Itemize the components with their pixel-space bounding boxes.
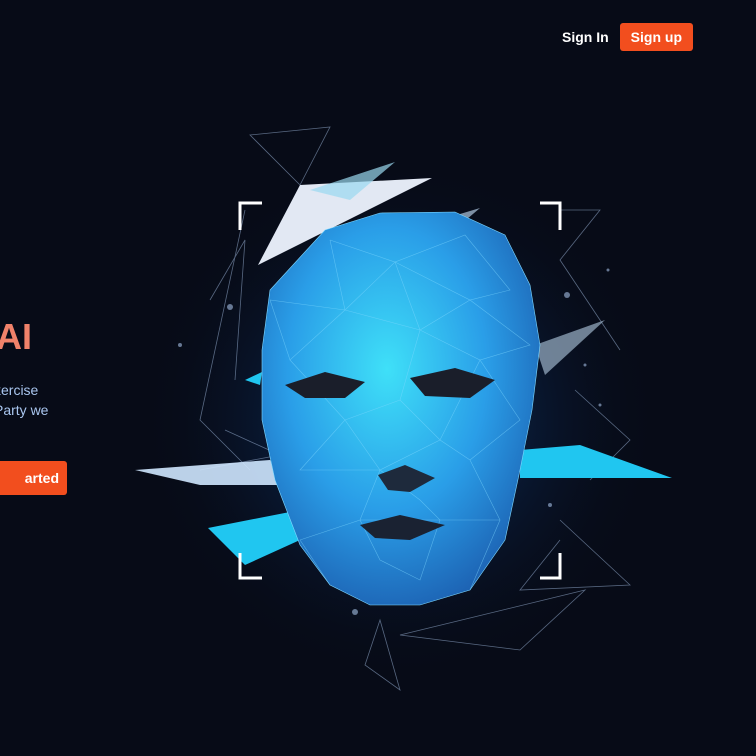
hero-subtitle-line2: Party we (0, 402, 49, 418)
hero-illustration (135, 126, 672, 691)
header-nav: Sign In Sign up (562, 23, 693, 51)
hero-subtitle-line1: xercise (0, 382, 39, 398)
hero-title: AI (0, 316, 32, 357)
hero-subtitle: xercise Party we (0, 380, 48, 420)
signin-link[interactable]: Sign In (562, 29, 609, 45)
get-started-button[interactable]: arted (0, 461, 67, 495)
face (261, 211, 541, 606)
signup-button[interactable]: Sign up (619, 23, 693, 51)
